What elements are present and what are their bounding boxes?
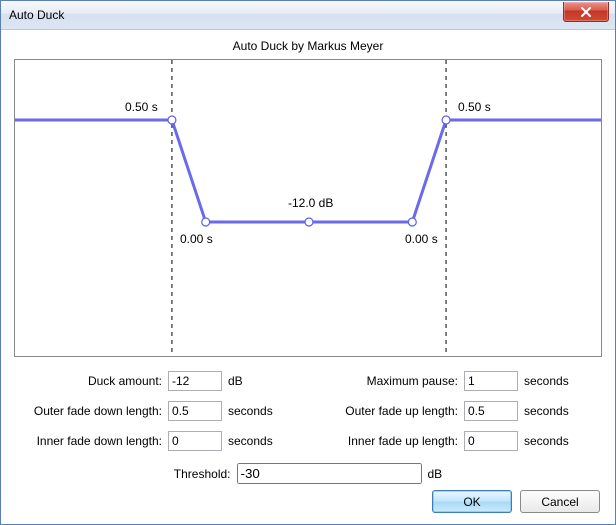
inner-fade-up-input[interactable] [464, 431, 518, 451]
max-pause-input[interactable] [464, 371, 518, 391]
parameters-grid: Duck amount: dB Maximum pause: seconds O… [2, 371, 614, 484]
threshold-unit: dB [428, 467, 443, 481]
dialog-window: Auto Duck Auto Duck by Markus Meyer [0, 0, 616, 525]
outer-fade-down-label: Outer fade down length: [12, 404, 168, 418]
inner-fade-up-label: Inner fade up length: [308, 434, 464, 448]
param-threshold: Threshold: dB [12, 463, 604, 484]
inner-fade-up-unit: seconds [518, 434, 569, 448]
max-pause-label: Maximum pause: [308, 374, 464, 388]
outer-fade-up-unit: seconds [518, 404, 569, 418]
inner-fade-up-time-label: 0.00 s [405, 232, 438, 246]
duck-amount-graph-label: -12.0 dB [288, 196, 333, 210]
param-outer-fade-down: Outer fade down length: seconds [12, 401, 308, 421]
duck-amount-label: Duck amount: [12, 374, 168, 388]
param-inner-fade-down: Inner fade down length: seconds [12, 431, 308, 451]
max-pause-unit: seconds [518, 374, 569, 388]
inner-fade-down-time-label: 0.00 s [180, 232, 213, 246]
close-button[interactable] [563, 2, 609, 22]
outer-fade-up-label: Outer fade up length: [308, 404, 464, 418]
threshold-input[interactable] [237, 463, 422, 484]
param-outer-fade-up: Outer fade up length: seconds [308, 401, 604, 421]
cancel-button[interactable]: Cancel [520, 490, 600, 513]
ok-button[interactable]: OK [432, 490, 512, 513]
outer-fade-down-time-label: 0.50 s [125, 100, 158, 114]
outer-fade-down-unit: seconds [222, 404, 273, 418]
inner-fade-down-label: Inner fade down length: [12, 434, 168, 448]
close-icon [580, 7, 592, 17]
threshold-label: Threshold: [174, 467, 231, 481]
envelope-graph[interactable]: 0.50 s 0.50 s -12.0 dB 0.00 s 0.00 s [14, 59, 602, 357]
inner-fade-down-unit: seconds [222, 434, 273, 448]
outer-fade-up-time-label: 0.50 s [458, 100, 491, 114]
param-max-pause: Maximum pause: seconds [308, 371, 604, 391]
param-inner-fade-up: Inner fade up length: seconds [308, 431, 604, 451]
titlebar[interactable]: Auto Duck [1, 1, 615, 30]
client-area: Auto Duck by Markus Meyer 0.50 s 0.50 s … [2, 30, 614, 523]
outer-fade-down-input[interactable] [168, 401, 222, 421]
outer-fade-up-input[interactable] [464, 401, 518, 421]
window-title: Auto Duck [1, 8, 64, 22]
dialog-buttons: OK Cancel [432, 490, 600, 513]
subtitle: Auto Duck by Markus Meyer [2, 30, 614, 59]
param-duck-amount: Duck amount: dB [12, 371, 308, 391]
duck-amount-input[interactable] [168, 371, 222, 391]
duck-amount-unit: dB [222, 374, 243, 388]
inner-fade-down-input[interactable] [168, 431, 222, 451]
